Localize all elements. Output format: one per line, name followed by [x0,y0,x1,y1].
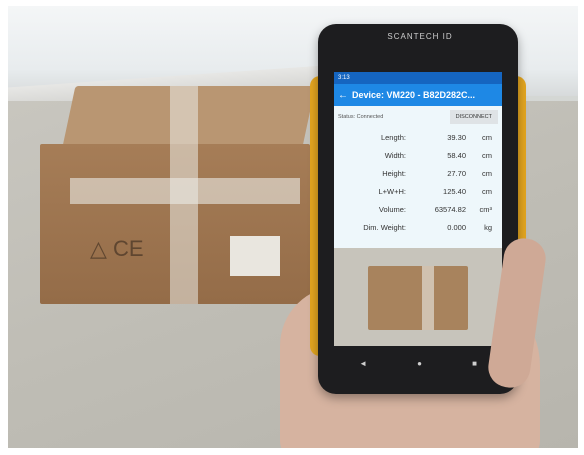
status-time: 3:13 [338,75,350,81]
measurement-label: Dim. Weight: [363,222,406,232]
measurement-label: L+W+H: [378,186,406,196]
cardboard-box: △ CE [40,86,316,306]
photo: △ CE SCANTECH ID 3:13 ← Device: VM220 - … [8,6,578,448]
phone-brand: SCANTECH ID [387,32,453,41]
measurement-row: Length: 39.30 cm [334,128,502,146]
app-bar: ← Device: VM220 - B82D282C... [334,84,502,106]
measurement-value: 125.40 [443,186,466,196]
nav-recent-icon[interactable]: ■ [472,359,477,368]
measurement-label: Height: [382,168,406,178]
device-title: Device: VM220 - B82D282C... [352,90,476,100]
connection-row: Status: Connected DISCONNECT [334,106,502,128]
measurement-row: Height: 27.70 cm [334,164,502,182]
measurement-unit: cm³ [479,204,493,214]
measurement-value: 58.40 [447,150,466,160]
phone-screen: 3:13 ← Device: VM220 - B82D282C... Statu… [334,72,502,346]
status-bar: 3:13 [334,72,502,84]
measurement-unit: cm [482,150,492,160]
measurement-row: Dim. Weight: 0.000 kg [334,218,502,236]
nav-home-icon[interactable]: ● [417,359,422,368]
measurement-unit: cm [482,186,492,196]
measurement-value: 27.70 [447,168,466,178]
measurement-value: 63574.82 [434,204,466,214]
measurement-value: 0.000 [447,222,466,232]
measurement-label: Length: [380,132,406,142]
measurement-label: Volume: [378,204,406,214]
measurement-unit: kg [484,222,492,232]
measurement-value: 39.30 [447,132,466,142]
measurement-row: Width: 58.40 cm [334,146,502,164]
camera-preview [334,248,502,346]
measurement-unit: cm [482,168,492,178]
android-nav-bar: ◄ ● ■ [334,354,502,372]
disconnect-button[interactable]: DISCONNECT [449,110,498,124]
preview-tape [422,266,434,330]
box-tape-horizontal [70,178,300,204]
nav-back-icon[interactable]: ◄ [359,359,367,368]
measurement-row: L+W+H: 125.40 cm [334,182,502,200]
box-label [230,236,280,276]
measurement-label: Width: [384,150,406,160]
measurement-unit: cm [482,132,492,142]
connection-status: Status: Connected [338,114,384,120]
handheld-phone: SCANTECH ID 3:13 ← Device: VM220 - B82D2… [318,24,518,394]
back-arrow-icon[interactable]: ← [334,90,352,101]
box-ce-mark: △ CE [90,236,144,261]
preview-box [368,266,468,330]
measurement-row: Volume: 63574.82 cm³ [334,200,502,218]
